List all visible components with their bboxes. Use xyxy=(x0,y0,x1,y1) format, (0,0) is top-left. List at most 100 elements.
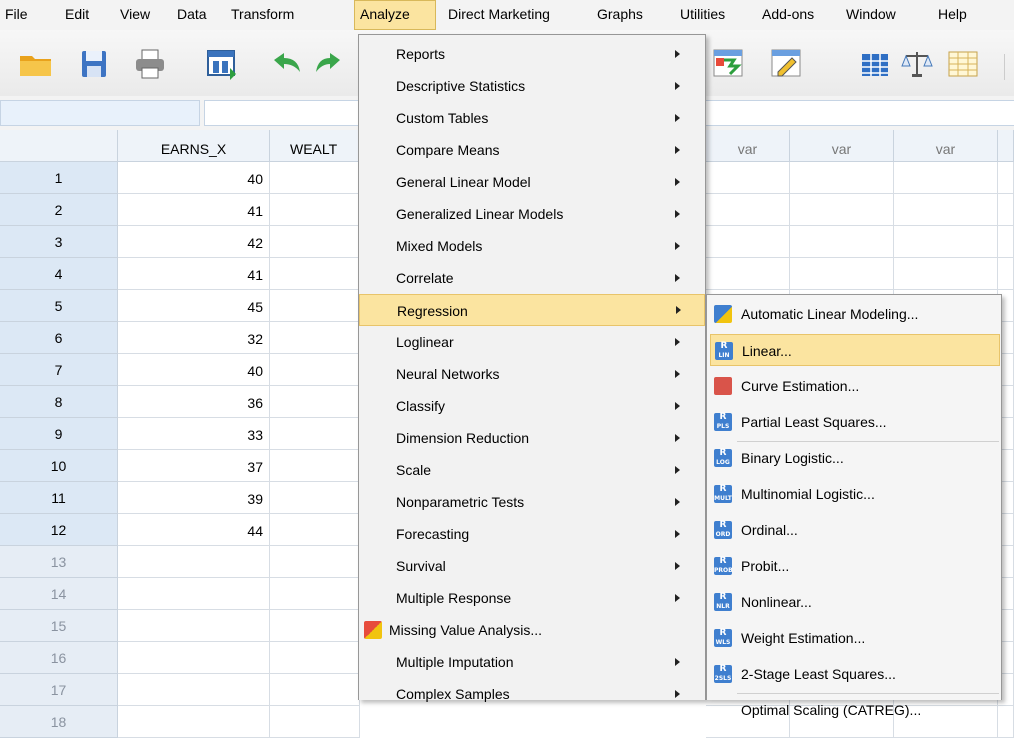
cell-earns-x[interactable]: 39 xyxy=(118,482,270,514)
cell-earns-x[interactable] xyxy=(118,578,270,610)
menu-add-ons[interactable]: Add-ons xyxy=(757,0,819,30)
data-cell[interactable] xyxy=(894,162,998,194)
analyze-menu-item[interactable]: Dimension Reduction xyxy=(359,422,705,454)
data-cell[interactable] xyxy=(790,258,894,290)
data-cell[interactable] xyxy=(998,194,1014,226)
save-icon[interactable] xyxy=(76,48,112,80)
split-file-icon[interactable] xyxy=(712,48,746,80)
regression-menu-item[interactable]: R ORD Ordinal... xyxy=(710,514,1000,546)
column-header-var[interactable]: var xyxy=(894,130,998,162)
select-cases-icon[interactable] xyxy=(900,48,934,80)
row-header[interactable]: 14 xyxy=(0,578,118,610)
cell-earns-x[interactable]: 40 xyxy=(118,162,270,194)
analyze-menu-item[interactable]: General Linear Model xyxy=(359,166,705,198)
data-cell[interactable] xyxy=(270,226,360,258)
cell-earns-x[interactable]: 41 xyxy=(118,194,270,226)
menu-view[interactable]: View xyxy=(115,0,155,30)
regression-menu-item[interactable]: R NLR Nonlinear... xyxy=(710,586,1000,618)
row-header[interactable]: 9 xyxy=(0,418,118,450)
regression-menu-item[interactable]: R WLS Weight Estimation... xyxy=(710,622,1000,654)
regression-menu-item[interactable]: Optimal Scaling (CATREG)... xyxy=(710,694,1000,726)
data-cell[interactable] xyxy=(998,162,1014,194)
cell-earns-x[interactable]: 45 xyxy=(118,290,270,322)
data-cell[interactable] xyxy=(270,642,360,674)
analyze-menu-item[interactable]: Neural Networks xyxy=(359,358,705,390)
column-header-wealth[interactable]: WEALT xyxy=(270,130,360,162)
data-cell[interactable] xyxy=(894,258,998,290)
row-header[interactable]: 18 xyxy=(0,706,118,738)
corner-cell[interactable] xyxy=(0,130,118,162)
data-cell[interactable] xyxy=(270,322,360,354)
data-cell[interactable] xyxy=(270,290,360,322)
row-header[interactable]: 11 xyxy=(0,482,118,514)
regression-menu-item[interactable]: Curve Estimation... xyxy=(710,370,1000,402)
column-header-var[interactable]: var xyxy=(790,130,894,162)
cell-earns-x[interactable]: 36 xyxy=(118,386,270,418)
analyze-menu-item[interactable]: Survival xyxy=(359,550,705,582)
row-header[interactable]: 2 xyxy=(0,194,118,226)
analyze-menu-item[interactable]: Compare Means xyxy=(359,134,705,166)
data-cell[interactable] xyxy=(790,226,894,258)
analyze-menu-item[interactable]: Mixed Models xyxy=(359,230,705,262)
variables-icon[interactable] xyxy=(858,48,892,80)
data-cell[interactable] xyxy=(270,258,360,290)
analyze-menu-item[interactable]: Nonparametric Tests xyxy=(359,486,705,518)
row-header[interactable]: 16 xyxy=(0,642,118,674)
regression-menu-item[interactable]: R 2SLS 2-Stage Least Squares... xyxy=(710,658,1000,690)
cell-earns-x[interactable] xyxy=(118,546,270,578)
column-header-var[interactable] xyxy=(998,130,1014,162)
analyze-menu-item[interactable]: Classify xyxy=(359,390,705,422)
data-cell[interactable] xyxy=(270,482,360,514)
analyze-menu-item[interactable]: Reports xyxy=(359,38,705,70)
data-cell[interactable] xyxy=(270,706,360,738)
cell-earns-x[interactable] xyxy=(118,610,270,642)
menu-data[interactable]: Data xyxy=(172,0,212,30)
print-icon[interactable] xyxy=(132,48,168,80)
analyze-menu-item[interactable]: Forecasting xyxy=(359,518,705,550)
weight-cases-icon[interactable] xyxy=(770,48,804,80)
regression-menu-item[interactable]: R LOG Binary Logistic... xyxy=(710,442,1000,474)
analyze-menu-item[interactable]: Complex Samples xyxy=(359,678,705,710)
data-cell[interactable] xyxy=(790,194,894,226)
menu-help[interactable]: Help xyxy=(933,0,972,30)
menu-edit[interactable]: Edit xyxy=(60,0,94,30)
row-header[interactable]: 5 xyxy=(0,290,118,322)
row-header[interactable]: 13 xyxy=(0,546,118,578)
analyze-menu-item[interactable]: Multiple Imputation xyxy=(359,646,705,678)
cell-earns-x[interactable] xyxy=(118,674,270,706)
cell-earns-x[interactable]: 41 xyxy=(118,258,270,290)
menu-analyze[interactable]: Analyze xyxy=(354,0,436,30)
regression-menu-item[interactable]: R PLS Partial Least Squares... xyxy=(710,406,1000,438)
data-cell[interactable] xyxy=(270,162,360,194)
analyze-menu-item[interactable]: Missing Value Analysis... xyxy=(359,614,705,646)
row-header[interactable]: 12 xyxy=(0,514,118,546)
data-cell[interactable] xyxy=(270,386,360,418)
regression-menu-item[interactable]: Automatic Linear Modeling... xyxy=(710,298,1000,330)
menu-direct-marketing[interactable]: Direct Marketing xyxy=(443,0,555,30)
analyze-menu-item[interactable]: Multiple Response xyxy=(359,582,705,614)
menu-utilities[interactable]: Utilities xyxy=(675,0,730,30)
data-cell[interactable] xyxy=(998,258,1014,290)
undo-icon[interactable] xyxy=(268,48,304,80)
row-header[interactable]: 10 xyxy=(0,450,118,482)
row-header[interactable]: 7 xyxy=(0,354,118,386)
data-cell[interactable] xyxy=(270,578,360,610)
regression-menu-item[interactable]: R PROB Probit... xyxy=(710,550,1000,582)
menu-graphs[interactable]: Graphs xyxy=(592,0,648,30)
data-cell[interactable] xyxy=(706,162,790,194)
data-cell[interactable] xyxy=(790,162,894,194)
data-cell[interactable] xyxy=(270,514,360,546)
row-header[interactable]: 17 xyxy=(0,674,118,706)
cell-earns-x[interactable]: 40 xyxy=(118,354,270,386)
open-folder-icon[interactable] xyxy=(18,48,54,80)
row-header[interactable]: 4 xyxy=(0,258,118,290)
cell-earns-x[interactable] xyxy=(118,642,270,674)
regression-menu-item[interactable]: R LIN Linear... xyxy=(710,334,1000,366)
analyze-menu-item[interactable]: Custom Tables xyxy=(359,102,705,134)
data-cell[interactable] xyxy=(270,450,360,482)
analyze-menu-item[interactable]: Regression xyxy=(359,294,705,326)
data-cell[interactable] xyxy=(270,610,360,642)
menu-window[interactable]: Window xyxy=(841,0,901,30)
cell-earns-x[interactable]: 33 xyxy=(118,418,270,450)
data-cell[interactable] xyxy=(706,226,790,258)
